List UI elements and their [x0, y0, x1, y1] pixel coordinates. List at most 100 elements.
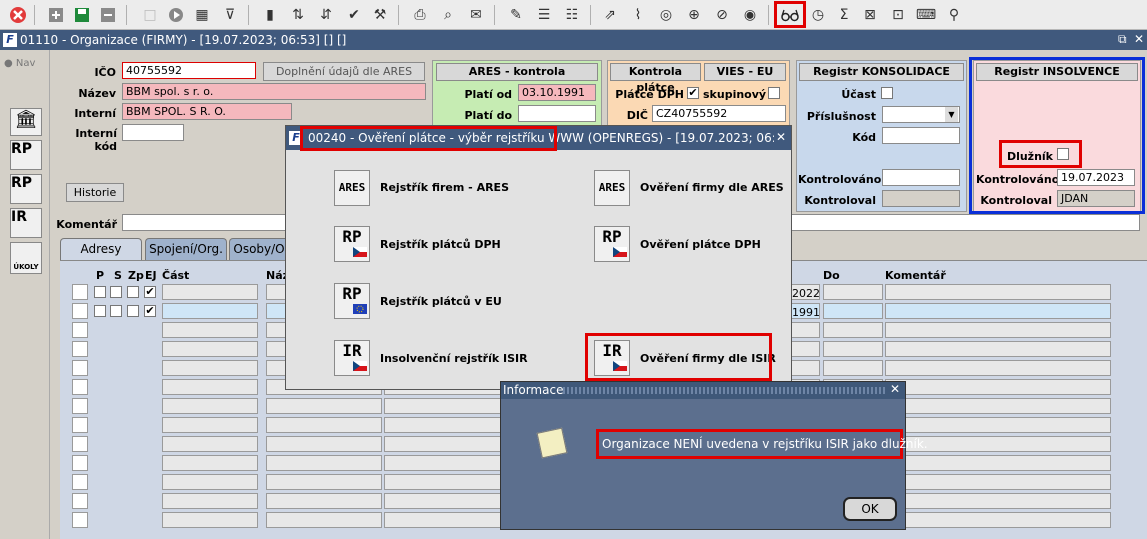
- sidebar-ukoly[interactable]: ÚKOLY: [10, 242, 42, 274]
- dic-label: DIČ: [626, 109, 648, 122]
- attach-icon[interactable]: ⌇: [628, 5, 648, 25]
- rp-verify-icon-label: RP: [602, 227, 622, 246]
- row1-date: 2022: [792, 287, 820, 300]
- kod-label: Kód: [852, 131, 876, 144]
- nav-item[interactable]: ● Nav: [4, 58, 35, 69]
- save-icon[interactable]: [72, 5, 92, 25]
- checklist-icon[interactable]: ☷: [562, 5, 582, 25]
- interni-input[interactable]: BBM SPOL. S R. O.: [122, 103, 292, 120]
- globe-icon[interactable]: ◎: [656, 5, 676, 25]
- tab-osoby[interactable]: Osoby/O: [229, 238, 289, 260]
- filter-icon[interactable]: ⊽: [220, 5, 240, 25]
- nazev-input[interactable]: BBM spol. s r. o.: [122, 83, 426, 100]
- open-external-icon[interactable]: ⇗: [600, 5, 620, 25]
- globe-icon-2[interactable]: ⊕: [684, 5, 704, 25]
- rejstrik-platcu-dph[interactable]: Rejstřík plátců DPH: [380, 238, 501, 251]
- tab-adresy[interactable]: Adresy: [60, 238, 142, 260]
- rejstrik-platcu-eu[interactable]: Rejstřík plátců v EU: [380, 295, 502, 308]
- keyboard-icon[interactable]: ⌨: [916, 5, 936, 25]
- platce-dph-label: Plátce DPH: [615, 88, 684, 101]
- tab-spojeni[interactable]: Spojení/Org.: [145, 238, 227, 260]
- insolvencni-rejstrik[interactable]: Insolvenční rejstřík ISIR: [380, 352, 528, 365]
- ico-label: IČO: [94, 66, 116, 79]
- ico-input[interactable]: 40755592: [122, 62, 256, 79]
- skupinovy-checkbox[interactable]: [768, 87, 780, 99]
- dic-input[interactable]: CZ40755592: [652, 105, 786, 122]
- vies-eu-title: VIES - EU: [704, 63, 786, 81]
- konsolidace-kontroloval-input: [882, 190, 960, 207]
- info-close-icon[interactable]: ✕: [890, 382, 900, 396]
- plati-od-input[interactable]: 03.10.1991: [518, 84, 596, 101]
- konsolidace-kontrolovano-input[interactable]: [882, 169, 960, 186]
- restore-icon[interactable]: ⧉: [1118, 32, 1127, 47]
- close-app-icon[interactable]: [8, 5, 28, 25]
- overeni-firmy-ares[interactable]: Ověření firmy dle ARES: [640, 181, 784, 194]
- sidebar-rp-dph[interactable]: RP: [10, 140, 42, 170]
- doplneni-ares-button[interactable]: Doplnění údajů dle ARES: [263, 62, 425, 81]
- ares-icon[interactable]: ARES: [334, 170, 370, 206]
- rp-eu-icon[interactable]: RP: [334, 283, 370, 319]
- sidebar-ukoly-label: ÚKOLY: [13, 263, 39, 271]
- close-window-icon[interactable]: ✕: [1134, 32, 1144, 46]
- left-sidebar: ● Nav 🏛 RP RP IR ÚKOLY: [0, 50, 50, 539]
- ares-verify-icon[interactable]: ARES: [594, 170, 630, 206]
- chevron-down-icon[interactable]: ▼: [945, 107, 958, 122]
- minus-icon[interactable]: [98, 5, 118, 25]
- sort-desc-icon[interactable]: ⇵: [316, 5, 336, 25]
- sort-asc-icon[interactable]: ⇅: [288, 5, 308, 25]
- rejstrik-firem-ares[interactable]: Rejstřík firem - ARES: [380, 181, 509, 194]
- clock-icon[interactable]: ◷: [808, 5, 828, 25]
- insolvence-kontrolovano-label: Kontrolováno: [976, 173, 1060, 186]
- ir-icon[interactable]: IR: [334, 340, 370, 376]
- plati-do-input[interactable]: [518, 105, 596, 122]
- col-header-p: P: [96, 269, 105, 282]
- calendar-icon[interactable]: ▦: [192, 5, 212, 25]
- close-icon[interactable]: ✕: [776, 130, 786, 144]
- play-icon[interactable]: [166, 5, 186, 25]
- person-icon[interactable]: ⚲: [944, 5, 964, 25]
- wrench-icon[interactable]: ⚒: [370, 5, 390, 25]
- blank-icon[interactable]: □: [140, 5, 160, 25]
- rp-dph-icon[interactable]: RP: [334, 226, 370, 262]
- platce-dph-checkbox[interactable]: ✔: [687, 87, 699, 99]
- mail-icon[interactable]: ✉: [466, 5, 486, 25]
- konsolidace-kontrolovano-label: Kontrolováno: [798, 173, 882, 186]
- window-title: 01110 - Organizace (FIRMY) - [19.07.2023…: [20, 33, 347, 47]
- print-preview-icon[interactable]: ⌕: [438, 5, 458, 25]
- glasses-highlight: [774, 1, 806, 28]
- isir-highlight: [585, 333, 772, 381]
- sidebar-rp-eu[interactable]: RP: [10, 174, 42, 204]
- check-icon[interactable]: ✔: [344, 5, 364, 25]
- sidebar-ir[interactable]: IR: [10, 208, 42, 238]
- info-dialog-titlebar: Informace ✕: [501, 382, 905, 399]
- edit-icon[interactable]: ✎: [506, 5, 526, 25]
- titlebar-grip: [563, 387, 885, 394]
- chart-icon[interactable]: ▮: [260, 5, 280, 25]
- interni-label: Interní: [74, 107, 116, 120]
- sigma-icon[interactable]: Σ: [834, 5, 854, 25]
- nav-label: Nav: [15, 58, 36, 69]
- list-icon[interactable]: ☰: [534, 5, 554, 25]
- kod-input[interactable]: [882, 127, 960, 144]
- ucast-checkbox[interactable]: [881, 87, 893, 99]
- compass-icon[interactable]: ⊘: [712, 5, 732, 25]
- eye-icon[interactable]: ◉: [740, 5, 760, 25]
- plati-do-label: Platí do: [464, 109, 512, 122]
- dialog-title-highlight: [300, 126, 557, 151]
- prislusnost-select[interactable]: ▼: [882, 106, 960, 123]
- insolvence-kontrolovano-input[interactable]: 19.07.2023: [1057, 169, 1135, 186]
- rp-verify-icon[interactable]: RP: [594, 226, 630, 262]
- add-icon[interactable]: [46, 5, 66, 25]
- historie-button[interactable]: Historie: [66, 183, 124, 202]
- code-icon[interactable]: ⊡: [888, 5, 908, 25]
- ok-button[interactable]: OK: [843, 497, 897, 521]
- organization-icon[interactable]: 🏛: [10, 108, 42, 136]
- ir-icon-label: IR: [342, 341, 362, 360]
- dluznik-checkbox[interactable]: [1057, 148, 1069, 160]
- interni-kod-input[interactable]: [122, 124, 184, 141]
- print-icon[interactable]: ⎙: [410, 5, 430, 25]
- insolvence-kontroloval-label: Kontroloval: [980, 194, 1052, 207]
- overeni-platce-dph[interactable]: Ověření plátce DPH: [640, 238, 761, 251]
- excel-icon[interactable]: ⊠: [860, 5, 880, 25]
- plati-od-label: Platí od: [464, 88, 512, 101]
